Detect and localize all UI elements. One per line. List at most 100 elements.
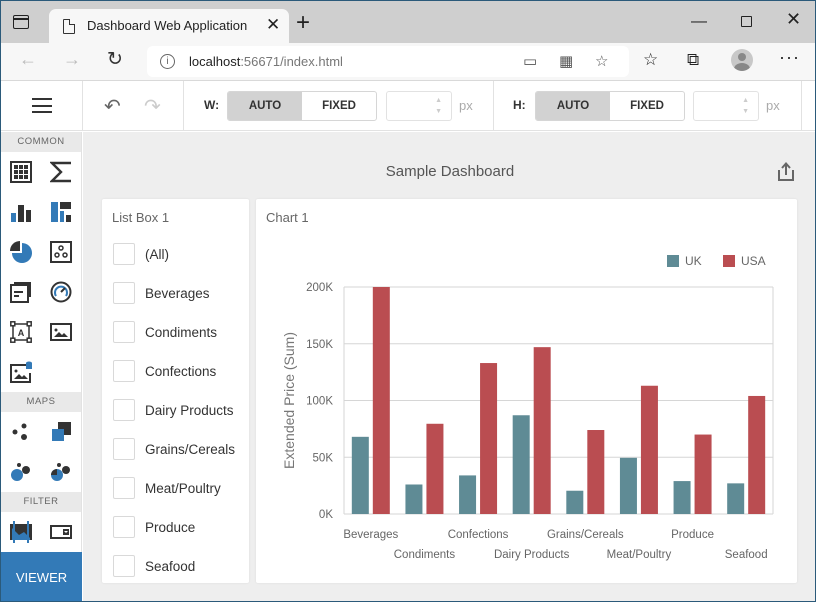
minimize-icon[interactable]: —	[691, 13, 707, 31]
combo-box-button[interactable]	[41, 512, 81, 552]
spin-up-icon[interactable]: ▲	[742, 97, 749, 104]
list-item-checkbox[interactable]	[113, 399, 135, 421]
list-item[interactable]: (All)	[113, 242, 169, 266]
grid-item-button[interactable]	[1, 152, 41, 192]
list-item[interactable]: Beverages	[113, 281, 210, 305]
height-spinner[interactable]: ▲ ▼	[693, 91, 759, 121]
redo-icon[interactable]: ↷	[144, 94, 161, 119]
menu-icon[interactable]	[32, 98, 52, 113]
list-item-checkbox[interactable]	[113, 516, 135, 538]
export-icon[interactable]	[777, 162, 795, 182]
legend-label: USA	[741, 254, 766, 268]
pie-map-icon	[51, 463, 70, 481]
list-item[interactable]: Seafood	[113, 554, 195, 578]
image-icon	[50, 323, 72, 341]
height-fixed-button[interactable]: FIXED	[610, 92, 684, 120]
divider	[183, 81, 184, 131]
tab-actions-icon[interactable]	[13, 15, 29, 29]
treemap-item-button[interactable]	[41, 192, 81, 232]
list-item[interactable]: Grains/Cereals	[113, 437, 235, 461]
collections-icon[interactable]: ⧉	[687, 50, 699, 70]
apps-icon[interactable]: ▦	[559, 52, 573, 70]
x-tick-label: Meat/Poultry	[607, 549, 672, 561]
viewer-button[interactable]: VIEWER	[1, 552, 82, 601]
width-spinner[interactable]: ▲ ▼	[386, 91, 452, 121]
back-icon[interactable]: ←	[19, 49, 37, 70]
x-tick-label: Confections	[448, 529, 509, 541]
list-item[interactable]: Condiments	[113, 320, 217, 344]
chart-item-button[interactable]	[1, 192, 41, 232]
address-input[interactable]: i localhost:56671/index.html ▭ ▦ ☆	[147, 46, 629, 77]
info-icon[interactable]: i	[160, 54, 175, 69]
scatter-item-button[interactable]	[41, 232, 81, 272]
svg-text:A: A	[18, 328, 25, 338]
new-tab-icon[interactable]: +	[296, 9, 310, 37]
list-item-checkbox[interactable]	[113, 477, 135, 499]
bar-chart: 0K 50K 100K 150K 200K Extended Price (Sum) Bev…	[281, 254, 774, 561]
bar-uk	[459, 475, 477, 514]
list-item-checkbox[interactable]	[113, 282, 135, 304]
close-window-icon[interactable]: ✕	[786, 9, 801, 30]
list-item[interactable]: Confections	[113, 359, 216, 383]
forward-icon[interactable]: →	[63, 49, 81, 70]
designer-toolbar: ↶ ↷ W: AUTO FIXED ▲ ▼ px H: AUTO FIXED ▲…	[1, 81, 815, 131]
undo-icon[interactable]: ↶	[104, 94, 121, 119]
browser-window: Dashboard Web Application ✕ + — ✕ ← → ↻ …	[0, 0, 816, 602]
gauge-icon	[50, 281, 72, 303]
more-icon[interactable]: ···	[779, 47, 800, 68]
bubble-map-icon	[11, 463, 30, 481]
textbox-item-button[interactable]	[1, 272, 41, 312]
geo-point-map-button[interactable]	[1, 412, 41, 452]
treemap-icon	[51, 202, 71, 222]
reload-icon[interactable]: ↻	[107, 48, 123, 71]
gauge-item-button[interactable]	[41, 272, 81, 312]
x-tick-label: Condiments	[394, 549, 456, 561]
width-fixed-button[interactable]: FIXED	[302, 92, 376, 120]
choropleth-map-button[interactable]	[41, 412, 81, 452]
list-item-label: Dairy Products	[145, 402, 234, 418]
list-item-label: Grains/Cereals	[145, 441, 236, 457]
list-item-checkbox[interactable]	[113, 555, 135, 577]
y-tick-label: 200K	[306, 282, 333, 294]
image-item-button[interactable]	[41, 312, 81, 352]
list-item[interactable]: Dairy Products	[113, 398, 234, 422]
list-item-checkbox[interactable]	[113, 321, 135, 343]
url-text: localhost:56671/index.html	[189, 54, 343, 69]
divider	[82, 81, 83, 131]
profile-avatar[interactable]	[731, 49, 753, 71]
width-auto-button[interactable]: AUTO	[228, 92, 302, 120]
height-auto-button[interactable]: AUTO	[536, 92, 610, 120]
close-tab-icon[interactable]: ✕	[266, 15, 280, 35]
spin-up-icon[interactable]: ▲	[435, 97, 442, 104]
list-box-title: List Box 1	[112, 210, 170, 225]
browser-tab[interactable]: Dashboard Web Application ✕	[49, 9, 289, 43]
bound-image-data-item-button[interactable]	[1, 352, 41, 392]
page-icon	[63, 18, 76, 34]
bound-image-data-icon	[10, 361, 32, 383]
pie-map-button[interactable]	[41, 452, 81, 492]
bound-image-item-button[interactable]: A	[1, 312, 41, 352]
pie-item-button[interactable]	[1, 232, 41, 272]
maximize-icon[interactable]	[741, 16, 752, 27]
favorites-icon[interactable]: ☆	[643, 50, 658, 70]
title-bar: Dashboard Web Application ✕ + — ✕	[1, 1, 815, 43]
card-item-button[interactable]	[41, 152, 81, 192]
geo-point-map-icon	[12, 423, 27, 440]
add-favorite-icon[interactable]: ☆	[595, 52, 608, 70]
spin-down-icon[interactable]: ▼	[742, 108, 749, 115]
list-item-checkbox[interactable]	[113, 243, 135, 265]
bar-usa	[533, 347, 551, 514]
bar-chart-icon	[11, 205, 31, 222]
section-filter: FILTER	[1, 492, 81, 512]
list-item-checkbox[interactable]	[113, 360, 135, 382]
list-item[interactable]: Meat/Poultry	[113, 476, 221, 500]
grid-icon	[10, 161, 32, 183]
list-item-checkbox[interactable]	[113, 438, 135, 460]
section-maps: MAPS	[1, 392, 81, 412]
bubble-map-button[interactable]	[1, 452, 41, 492]
list-item[interactable]: Produce	[113, 515, 195, 539]
spin-down-icon[interactable]: ▼	[435, 108, 442, 115]
range-filter-button[interactable]	[1, 512, 41, 552]
device-icon[interactable]: ▭	[523, 52, 537, 70]
address-bar-row: ← → ↻ i localhost:56671/index.html ▭ ▦ ☆…	[1, 43, 815, 81]
